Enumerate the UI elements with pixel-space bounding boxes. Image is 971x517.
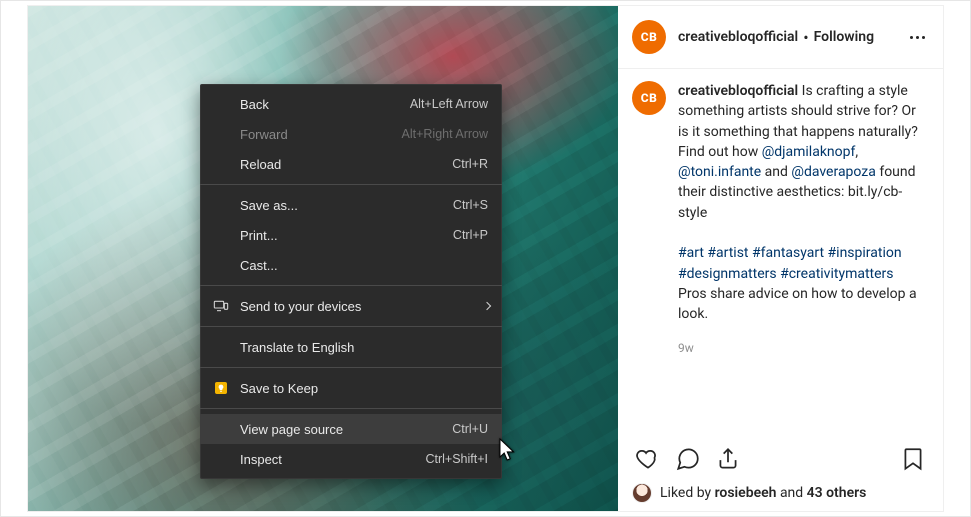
share-button[interactable] [708,439,748,479]
heart-icon [635,446,661,472]
hashtag-link[interactable]: #creativitymatters [780,266,893,282]
more-options-button[interactable] [904,30,931,45]
context-menu-separator [200,184,502,185]
context-menu-label: Forward [240,127,386,142]
separator-dot: • [803,28,808,47]
context-menu-item-back[interactable]: Back Alt+Left Arrow [200,89,502,119]
context-menu[interactable]: Back Alt+Left Arrow Forward Alt+Right Arrow… [200,84,502,479]
context-menu-item-cast[interactable]: Cast... [200,250,502,280]
context-menu-label: Back [240,97,394,112]
context-menu-item-translate[interactable]: Translate to English [200,332,502,362]
context-menu-label: Inspect [240,452,409,467]
liker-username[interactable]: rosiebeeh [715,485,777,501]
context-menu-label: Cast... [240,258,488,273]
caption-username[interactable]: creativebloqofficial [678,83,798,99]
caption-text: creativebloqofficial Is crafting a style… [678,81,929,325]
dot-icon [916,36,919,39]
context-menu-item-reload[interactable]: Reload Ctrl+R [200,149,502,179]
context-menu-separator [200,285,502,286]
context-menu-label: Reload [240,157,436,172]
hashtag-group: #art #artist #fantasyart #inspiration #d… [678,245,902,281]
likes-row[interactable]: Liked by rosiebeeh and 43 others [618,483,943,511]
likes-mid: and [776,485,806,501]
context-menu-shortcut: Ctrl+P [453,228,488,242]
caption-segment: and [761,164,791,180]
context-menu-separator [200,367,502,368]
context-menu-label: Save as... [240,198,437,213]
post-header: CB creativebloqofficial • Following [618,6,943,68]
caption-area: CB creativebloqofficial Is crafting a st… [618,69,943,431]
app-frame: CB creativebloqofficial • Following CB c… [0,0,971,517]
context-menu-item-print[interactable]: Print... Ctrl+P [200,220,502,250]
hashtag-link[interactable]: #art [678,245,704,261]
likes-others[interactable]: 43 others [807,485,867,501]
username-link[interactable]: creativebloqofficial [678,29,798,45]
liker-avatar [632,483,652,503]
mention-link[interactable]: @daverapoza [791,164,875,180]
post-sidebar: CB creativebloqofficial • Following CB c… [618,6,943,511]
likes-text: Liked by rosiebeeh and 43 others [660,485,866,501]
caption-segment: Pros share advice on how to develop a lo… [678,286,917,322]
context-menu-shortcut: Ctrl+U [452,422,488,436]
hashtag-link[interactable]: #fantasyart [752,245,824,261]
hashtag-link[interactable]: #designmatters [678,266,777,282]
context-menu-separator [200,408,502,409]
context-menu-label: Save to Keep [240,381,488,396]
keep-icon [212,379,230,397]
context-menu-shortcut: Ctrl+S [453,198,488,212]
devices-icon [212,297,230,315]
context-menu-label: View page source [240,422,436,437]
context-menu-label: Translate to English [240,340,488,355]
context-menu-item-save-as[interactable]: Save as... Ctrl+S [200,190,502,220]
context-menu-shortcut: Alt+Right Arrow [402,127,489,141]
context-menu-shortcut: Alt+Left Arrow [410,97,488,111]
follow-toggle[interactable]: Following [814,29,874,45]
comment-button[interactable] [668,439,708,479]
post-timestamp[interactable]: 9w [678,341,929,355]
share-icon [715,446,741,472]
context-menu-shortcut: Ctrl+R [452,157,488,171]
action-bar [618,431,943,483]
context-menu-item-forward: Forward Alt+Right Arrow [200,119,502,149]
hashtag-link[interactable]: #artist [707,245,748,261]
save-button[interactable] [893,439,933,479]
context-menu-label: Send to your devices [240,299,488,314]
context-menu-item-keep[interactable]: Save to Keep [200,373,502,403]
dot-icon [922,36,925,39]
context-menu-label: Print... [240,228,437,243]
context-menu-item-inspect[interactable]: Inspect Ctrl+Shift+I [200,444,502,474]
like-button[interactable] [628,439,668,479]
dot-icon [910,36,913,39]
context-menu-separator [200,326,502,327]
likes-prefix: Liked by [660,485,715,501]
bookmark-icon [900,446,926,472]
caption-row: CB creativebloqofficial Is crafting a st… [632,81,929,325]
comment-icon [675,446,701,472]
context-menu-shortcut: Ctrl+Shift+I [425,452,488,466]
hashtag-link[interactable]: #inspiration [828,245,902,261]
avatar[interactable]: CB [632,81,666,115]
context-menu-item-view-source[interactable]: View page source Ctrl+U [200,414,502,444]
caption-segment: , [855,144,858,160]
context-menu-item-send-devices[interactable]: Send to your devices [200,291,502,321]
mention-link[interactable]: @toni.infante [678,164,761,180]
mention-link[interactable]: @djamilaknopf [762,144,856,160]
avatar[interactable]: CB [632,20,666,54]
